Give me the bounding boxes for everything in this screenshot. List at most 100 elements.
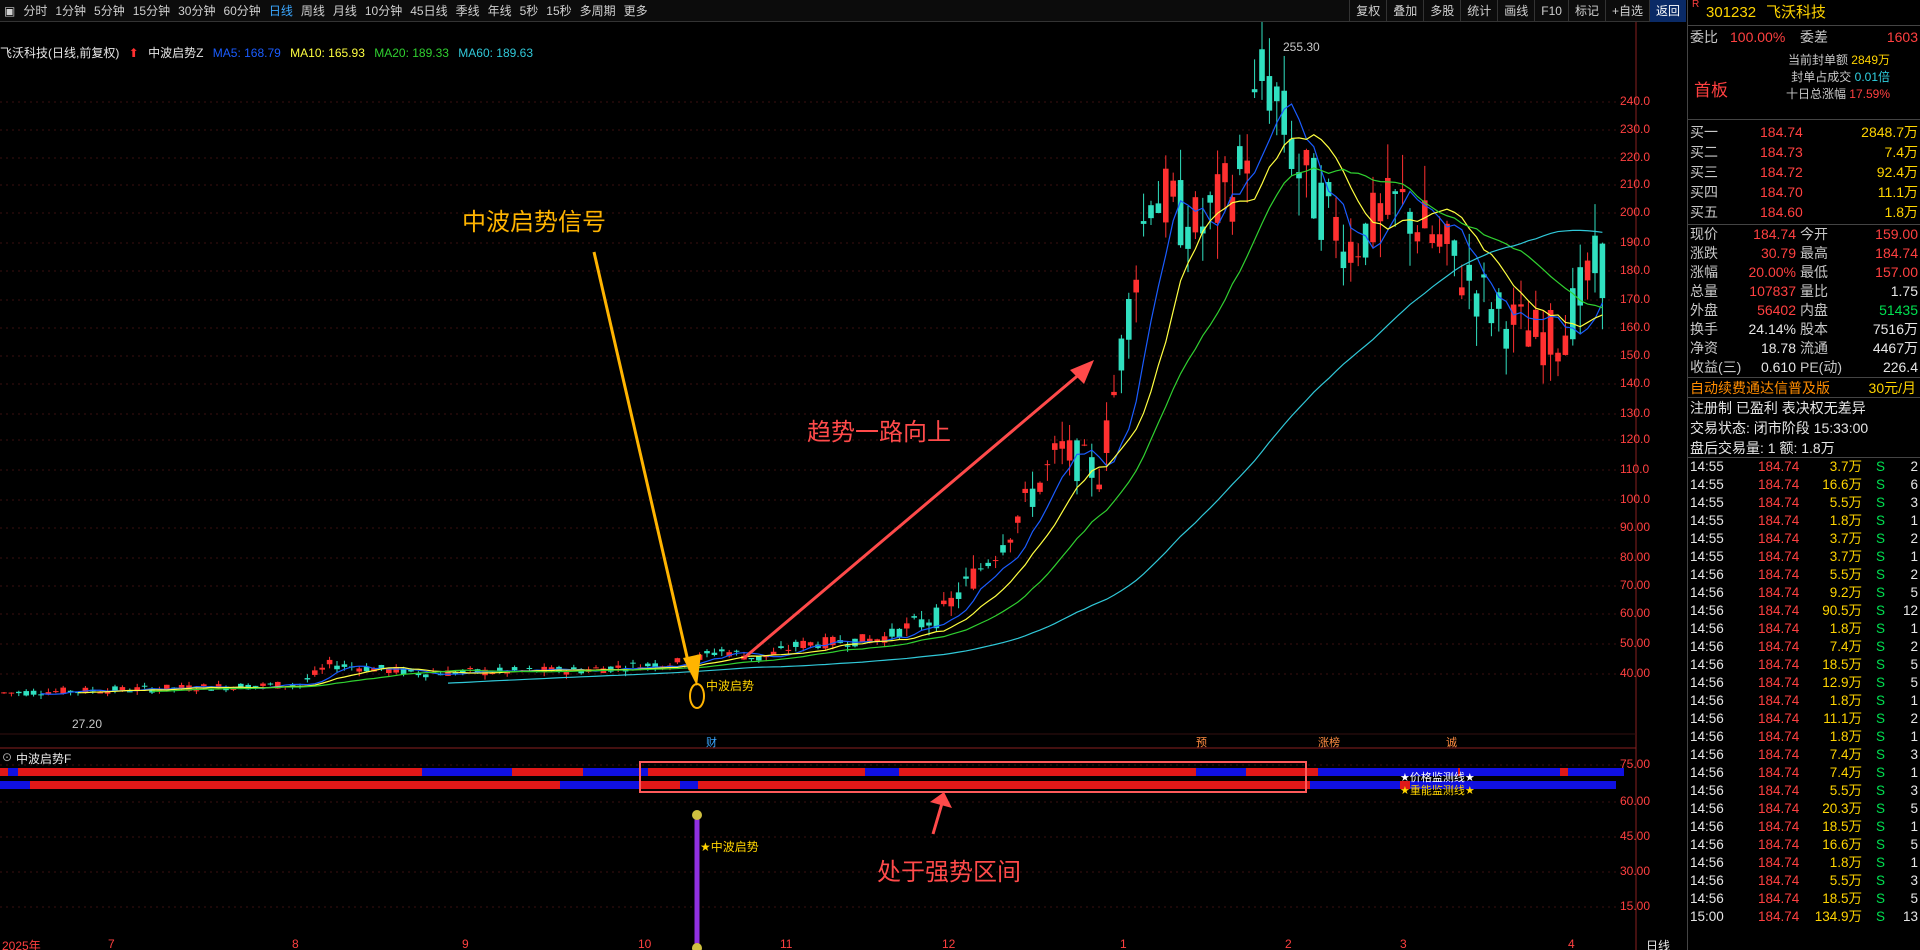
- strength-bar: [0, 781, 30, 789]
- period-tab[interactable]: 周线: [297, 0, 329, 22]
- bid-price: 184.60: [1760, 204, 1803, 220]
- toolbar-button[interactable]: 统计: [1460, 0, 1497, 22]
- period-tab[interactable]: 更多: [620, 0, 652, 22]
- toolbar-button[interactable]: 复权: [1349, 0, 1386, 22]
- r-mark: R: [1692, 0, 1700, 10]
- trade-volume: 16.6万: [1822, 477, 1862, 492]
- x-tick: 3: [1400, 937, 1407, 950]
- candle-body: [341, 664, 348, 667]
- period-tab[interactable]: 季线: [452, 0, 484, 22]
- toolbar-button[interactable]: 返回: [1648, 0, 1686, 22]
- trade-price: 184.74: [1758, 675, 1800, 690]
- trade-time: 14:56: [1690, 891, 1724, 906]
- period-tab[interactable]: 5秒: [516, 0, 543, 22]
- toolbar-button[interactable]: 画线: [1497, 0, 1534, 22]
- signal-annotation: 中波启势信号: [462, 209, 606, 236]
- candle-body: [1518, 304, 1524, 307]
- toolbar-button[interactable]: 标记: [1567, 0, 1605, 22]
- trade-time: 14:56: [1690, 603, 1724, 618]
- toolbar-button[interactable]: F10: [1534, 0, 1568, 22]
- quote-value: 184.74: [1753, 226, 1796, 242]
- trade-price: 184.74: [1758, 819, 1800, 834]
- period-tab[interactable]: 30分钟: [174, 0, 219, 22]
- trade-volume: 7.4万: [1829, 765, 1862, 780]
- y-tick: 60.00: [1620, 606, 1651, 620]
- candle-body: [985, 562, 991, 567]
- period-tab[interactable]: 多周期: [576, 0, 620, 22]
- candle-body: [1414, 232, 1421, 242]
- period-tab[interactable]: 15秒: [542, 0, 575, 22]
- kline-svg: [0, 22, 1637, 950]
- period-tab[interactable]: 10分钟: [361, 0, 406, 22]
- trade-volume: 18.5万: [1822, 891, 1862, 906]
- candle-body: [356, 668, 362, 672]
- event-marker[interactable]: 预: [1196, 734, 1207, 750]
- period-tab[interactable]: 5分钟: [90, 0, 129, 22]
- toolbar-button[interactable]: 多股: [1423, 0, 1460, 22]
- y-tick: 110.0: [1620, 462, 1650, 476]
- x-tick: 1: [1120, 937, 1127, 950]
- toolbar-button[interactable]: +自选: [1604, 0, 1649, 22]
- ma-line: [40, 103, 1603, 695]
- trade-side: S: [1876, 765, 1886, 780]
- y-tick: 160.0: [1620, 320, 1651, 334]
- period-tab[interactable]: 日线: [265, 0, 297, 22]
- quote-label: 净资: [1690, 340, 1718, 356]
- indicator-name[interactable]: 中波启势Z: [148, 46, 203, 60]
- event-marker[interactable]: 财: [706, 734, 717, 750]
- quote-value2: 184.74: [1875, 245, 1918, 261]
- promo-text[interactable]: 自动续费通达信普及版: [1690, 378, 1830, 398]
- y-tick: 140.0: [1620, 376, 1651, 390]
- trade-price: 184.74: [1758, 513, 1800, 528]
- candle-body: [193, 690, 200, 692]
- quote-value: 107837: [1749, 283, 1796, 299]
- candle-body: [1251, 89, 1258, 93]
- trade-price: 184.74: [1758, 657, 1800, 672]
- candle-body: [497, 667, 503, 671]
- candle-body: [1000, 545, 1006, 553]
- candle-body: [1303, 150, 1310, 166]
- candle-body: [1148, 205, 1154, 219]
- promo-price[interactable]: 30元/月: [1869, 378, 1916, 398]
- candle-body: [1274, 86, 1280, 102]
- candle-body: [822, 637, 829, 649]
- trade-count: 1: [1910, 621, 1918, 636]
- toolbar-button[interactable]: 叠加: [1386, 0, 1423, 22]
- quote-label2: PE(动): [1800, 359, 1842, 375]
- event-marker[interactable]: 涨榜: [1318, 734, 1340, 750]
- period-tab[interactable]: 60分钟: [219, 0, 264, 22]
- bid-label: 买四: [1690, 184, 1718, 200]
- candle-body: [1340, 251, 1347, 269]
- bid-volume: 7.4万: [1884, 144, 1918, 160]
- quote-row: 现价 184.74 今开 159.00: [1688, 225, 1920, 244]
- sub-collapse-icon[interactable]: ⊙: [2, 750, 12, 764]
- menu-icon[interactable]: ▣: [0, 0, 19, 22]
- trade-price: 184.74: [1758, 855, 1800, 870]
- period-tabs: 分时 1分钟 5分钟 15分钟 30分钟 60分钟 日线 周线 月线 10分钟 45日线 季线 年线 5秒…: [19, 0, 651, 22]
- trade-count: 12: [1902, 603, 1918, 618]
- trade-count: 1: [1910, 765, 1918, 780]
- period-tab[interactable]: 1分钟: [51, 0, 90, 22]
- candle-body: [807, 642, 814, 646]
- bid-price: 184.70: [1760, 184, 1803, 200]
- candle-body: [1473, 293, 1480, 317]
- event-marker[interactable]: 诚: [1446, 734, 1457, 750]
- period-tab[interactable]: 45日线: [406, 0, 451, 22]
- bid-label: 买五: [1690, 204, 1718, 220]
- trade-count: 3: [1910, 747, 1918, 762]
- period-tab[interactable]: 年线: [484, 0, 516, 22]
- kline-chart[interactable]: 飞沃科技(日线,前复权) ⬆ 中波启势Z MA5: 168.79 MA10: 1…: [0, 22, 1686, 950]
- period-tab[interactable]: 15分钟: [129, 0, 174, 22]
- trade-count: 5: [1910, 837, 1918, 852]
- strength-bar: [1196, 768, 1246, 776]
- period-tab[interactable]: 分时: [19, 0, 51, 22]
- y-tick: 170.0: [1620, 292, 1651, 306]
- candle-body: [1052, 443, 1058, 450]
- period-tab[interactable]: 月线: [329, 0, 361, 22]
- sub-indicator-name[interactable]: 中波启势F: [16, 750, 71, 767]
- trade-count: 2: [1910, 459, 1918, 474]
- chart-info-bar: 飞沃科技(日线,前复权) ⬆ 中波启势Z MA5: 168.79 MA10: 1…: [0, 44, 1660, 62]
- trade-volume: 90.5万: [1822, 603, 1862, 618]
- energy-monitor-line: ★重能监测线★: [1400, 785, 1475, 797]
- candle-body: [800, 640, 806, 649]
